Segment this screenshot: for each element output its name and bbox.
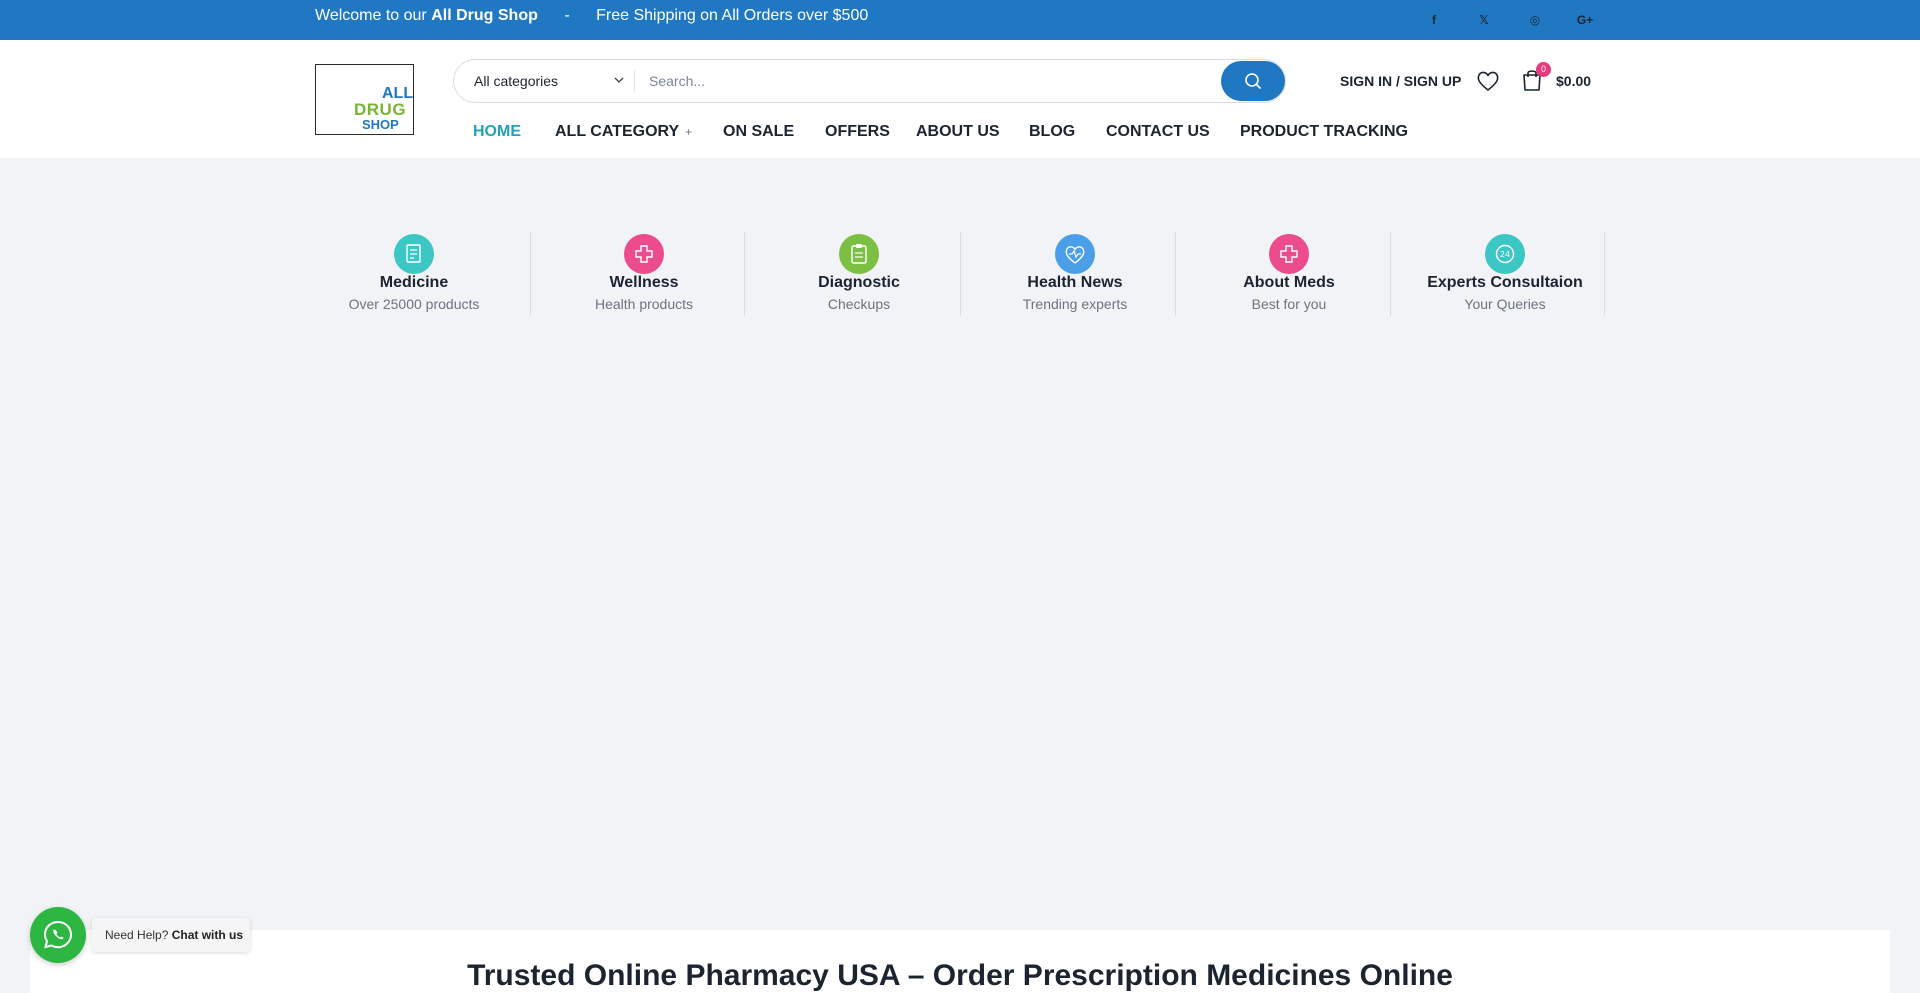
feature-medicine[interactable]: Medicine Over 25000 products — [307, 232, 521, 316]
prescription-icon — [394, 234, 434, 274]
svg-text:24: 24 — [1500, 250, 1510, 259]
nav-item-home[interactable]: HOME — [473, 122, 521, 142]
cart-total[interactable]: $0.00 — [1556, 73, 1591, 89]
feature-title: Experts Consultaion — [1427, 274, 1583, 291]
help-cta: Chat with us — [171, 928, 244, 942]
logo-line-2: DRUG — [354, 100, 407, 119]
site-logo[interactable]: ALL DRUG SHOP — [315, 64, 414, 135]
welcome-separator: - — [564, 7, 570, 24]
wellness-hand-icon — [624, 234, 664, 274]
search-input[interactable] — [649, 66, 1219, 96]
nav-item-label: ALL CATEGORY — [555, 123, 680, 140]
feature-health-news[interactable]: Health News Trending experts — [968, 232, 1182, 316]
submenu-plus-icon: + — [685, 125, 693, 139]
feature-divider — [1604, 232, 1605, 316]
whatsapp-button[interactable] — [30, 907, 86, 963]
facebook-icon[interactable]: f — [1424, 12, 1444, 28]
feature-title: Health News — [1027, 274, 1123, 291]
category-select[interactable]: All categories — [474, 60, 624, 102]
search-icon — [1245, 73, 1261, 89]
search-bar: All categories — [453, 59, 1286, 103]
feature-divider — [960, 232, 961, 316]
instagram-icon[interactable]: ◎ — [1525, 12, 1545, 28]
feature-subtitle: Your Queries — [1464, 296, 1546, 312]
feature-divider — [530, 232, 531, 316]
feature-title: About Meds — [1243, 274, 1335, 291]
main-content-panel: Trusted Online Pharmacy USA – Order Pres… — [30, 930, 1890, 993]
nav-item-contact-us[interactable]: CONTACT US — [1106, 122, 1210, 142]
sign-in-link[interactable]: SIGN IN / SIGN UP — [1340, 73, 1461, 89]
google-plus-icon[interactable]: G+ — [1575, 12, 1595, 28]
medicine-hand-icon — [1269, 234, 1309, 274]
welcome-message: Welcome to our All Drug Shop - Free Ship… — [315, 7, 868, 25]
whatsapp-help-bubble[interactable]: Need Help? Chat with us — [92, 918, 250, 952]
site-header: ALL DRUG SHOP All categories SIGN IN / S… — [0, 40, 1920, 158]
wishlist-button[interactable] — [1474, 67, 1502, 95]
search-button[interactable] — [1221, 61, 1285, 101]
feature-wellness[interactable]: Wellness Health products — [537, 232, 751, 316]
nav-item-about-us[interactable]: ABOUT US — [916, 122, 1000, 142]
category-select-value: All categories — [474, 73, 559, 89]
logo-line-3: SHOP — [362, 117, 399, 132]
feature-title: Medicine — [379, 274, 449, 291]
x-twitter-icon[interactable]: 𝕏 — [1474, 12, 1494, 28]
nav-item-blog[interactable]: BLOG — [1029, 122, 1075, 142]
whatsapp-icon — [43, 920, 73, 949]
clipboard-icon — [839, 234, 879, 274]
feature-experts-consultation[interactable]: 24 Experts Consultaion Your Queries — [1398, 232, 1612, 316]
feature-subtitle: Checkups — [827, 296, 891, 312]
cart-count-badge: 0 — [1536, 62, 1551, 77]
nav-item-all-category[interactable]: ALL CATEGORY + — [555, 122, 692, 142]
consultation-icon: 24 — [1485, 234, 1525, 274]
welcome-brand: All Drug Shop — [431, 7, 538, 24]
heart-icon — [1477, 71, 1499, 91]
heart-pulse-icon — [1055, 234, 1095, 274]
feature-divider — [744, 232, 745, 316]
feature-diagnostic[interactable]: Diagnostic Checkups — [752, 232, 966, 316]
feature-subtitle: Over 25000 products — [348, 296, 480, 312]
welcome-prefix: Welcome to our — [315, 7, 427, 24]
feature-subtitle: Health products — [594, 296, 694, 312]
feature-subtitle: Best for you — [1251, 296, 1327, 312]
help-prefix: Need Help? — [105, 928, 169, 942]
nav-item-on-sale[interactable]: ON SALE — [723, 122, 794, 142]
feature-subtitle: Trending experts — [1022, 296, 1128, 312]
chevron-down-icon — [614, 60, 624, 119]
feature-title: Wellness — [609, 274, 679, 291]
feature-divider — [1175, 232, 1176, 316]
free-shipping-text: Free Shipping on All Orders over $500 — [596, 7, 869, 24]
feature-divider — [1390, 232, 1391, 316]
nav-item-product-tracking[interactable]: PRODUCT TRACKING — [1240, 122, 1408, 142]
top-announcement-bar: Welcome to our All Drug Shop - Free Ship… — [0, 0, 1920, 40]
search-divider — [634, 70, 635, 92]
page-heading: Trusted Online Pharmacy USA – Order Pres… — [467, 959, 1453, 992]
feature-about-meds[interactable]: About Meds Best for you — [1182, 232, 1396, 316]
nav-item-offers[interactable]: OFFERS — [825, 122, 890, 142]
feature-title: Diagnostic — [818, 274, 900, 291]
